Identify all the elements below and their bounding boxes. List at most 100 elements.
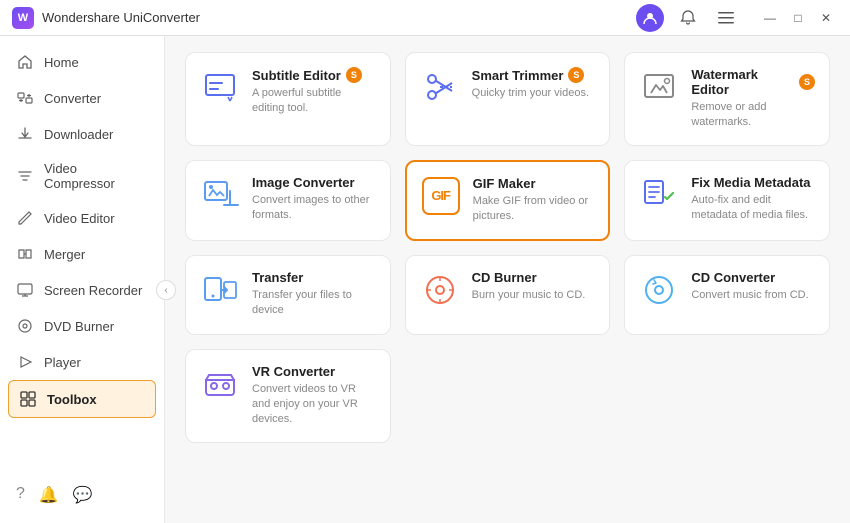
sidebar-label-dvd-burner: DVD Burner: [44, 319, 114, 334]
sidebar-item-merger[interactable]: Merger: [0, 236, 164, 272]
sidebar: Home Converter Downloader Video Compress…: [0, 36, 165, 523]
tool-icon-gif-maker: GIF: [421, 176, 461, 216]
tool-card-subtitle-editor[interactable]: Subtitle EditorSA powerful subtitle edit…: [185, 52, 391, 146]
dvd-icon: [16, 317, 34, 335]
sidebar-item-converter[interactable]: Converter: [0, 80, 164, 116]
tool-desc-watermark-editor: Remove or add watermarks.: [691, 100, 815, 131]
tool-desc-gif-maker: Make GIF from video or pictures.: [473, 194, 595, 225]
tool-text-cd-burner: CD Burner Burn your music to CD.: [472, 270, 586, 303]
sidebar-label-toolbox: Toolbox: [47, 392, 97, 407]
tool-title-vr-converter: VR Converter: [252, 364, 376, 379]
maximize-button[interactable]: □: [786, 6, 810, 30]
tool-card-vr-converter[interactable]: VR Converter Convert videos to VR and enj…: [185, 349, 391, 443]
tool-title-cd-burner: CD Burner: [472, 270, 586, 285]
tool-icon-cd-burner: [420, 270, 460, 310]
content-area: Subtitle EditorSA powerful subtitle edit…: [165, 36, 850, 523]
tool-text-watermark-editor: Watermark EditorSRemove or add watermark…: [691, 67, 815, 131]
sidebar-label-video-compressor: Video Compressor: [44, 161, 148, 191]
titlebar: W Wondershare UniConverter — □ ✕: [0, 0, 850, 36]
merger-icon: [16, 245, 34, 263]
tool-text-gif-maker: GIF Maker Make GIF from video or pictures…: [473, 176, 595, 225]
tool-text-fix-media-metadata: Fix Media Metadata Auto-fix and edit meta…: [691, 175, 815, 224]
sidebar-label-home: Home: [44, 55, 79, 70]
tool-icon-image-converter: [200, 175, 240, 215]
screen-icon: [16, 281, 34, 299]
tool-icon-cd-converter: [639, 270, 679, 310]
sidebar-label-converter: Converter: [44, 91, 101, 106]
toolbox-grid: Subtitle EditorSA powerful subtitle edit…: [185, 52, 830, 443]
tool-text-smart-trimmer: Smart TrimmerSQuicky trim your videos.: [472, 67, 589, 101]
sidebar-item-video-editor[interactable]: Video Editor: [0, 200, 164, 236]
player-icon: [16, 353, 34, 371]
toolbox-icon: [19, 390, 37, 408]
sidebar-item-player[interactable]: Player: [0, 344, 164, 380]
close-button[interactable]: ✕: [814, 6, 838, 30]
sidebar-collapse-button[interactable]: ‹: [156, 280, 176, 300]
app-logo: W: [12, 7, 34, 29]
bell-header-icon[interactable]: [674, 4, 702, 32]
tool-badge-subtitle-editor: S: [346, 67, 362, 83]
compress-icon: [16, 167, 34, 185]
tool-card-cd-burner[interactable]: CD Burner Burn your music to CD.: [405, 255, 611, 335]
tool-text-vr-converter: VR Converter Convert videos to VR and enj…: [252, 364, 376, 428]
sidebar-item-dvd-burner[interactable]: DVD Burner: [0, 308, 164, 344]
sidebar-item-video-compressor[interactable]: Video Compressor: [0, 152, 164, 200]
converter-icon: [16, 89, 34, 107]
tool-badge-watermark-editor: S: [799, 74, 815, 90]
tool-title-smart-trimmer: Smart TrimmerS: [472, 67, 589, 83]
sidebar-label-video-editor: Video Editor: [44, 211, 115, 226]
tool-desc-subtitle-editor: A powerful subtitle editing tool.: [252, 86, 376, 117]
tool-text-image-converter: Image Converter Convert images to other f…: [252, 175, 376, 224]
tool-card-transfer[interactable]: Transfer Transfer your files to device: [185, 255, 391, 335]
app-title: Wondershare UniConverter: [42, 10, 200, 25]
tool-icon-transfer: [200, 270, 240, 310]
tool-desc-cd-converter: Convert music from CD.: [691, 288, 808, 303]
tool-title-watermark-editor: Watermark EditorS: [691, 67, 815, 97]
sidebar-item-downloader[interactable]: Downloader: [0, 116, 164, 152]
tool-desc-fix-media-metadata: Auto-fix and edit metadata of media file…: [691, 193, 815, 224]
tool-icon-fix-media-metadata: [639, 175, 679, 215]
tool-icon-smart-trimmer: [420, 67, 460, 107]
tool-title-fix-media-metadata: Fix Media Metadata: [691, 175, 815, 190]
tool-card-cd-converter[interactable]: CD Converter Convert music from CD.: [624, 255, 830, 335]
sidebar-item-home[interactable]: Home: [0, 44, 164, 80]
tool-desc-cd-burner: Burn your music to CD.: [472, 288, 586, 303]
sidebar-item-toolbox[interactable]: Toolbox: [8, 380, 156, 418]
sidebar-label-player: Player: [44, 355, 81, 370]
tool-text-transfer: Transfer Transfer your files to device: [252, 270, 376, 319]
tool-icon-subtitle-editor: [200, 67, 240, 107]
tool-title-transfer: Transfer: [252, 270, 376, 285]
downloader-icon: [16, 125, 34, 143]
tool-card-fix-media-metadata[interactable]: Fix Media Metadata Auto-fix and edit meta…: [624, 160, 830, 241]
window-controls: — □ ✕: [758, 6, 838, 30]
titlebar-left: W Wondershare UniConverter: [12, 7, 200, 29]
tool-desc-image-converter: Convert images to other formats.: [252, 193, 376, 224]
tool-title-image-converter: Image Converter: [252, 175, 376, 190]
tool-badge-smart-trimmer: S: [568, 67, 584, 83]
tool-icon-watermark-editor: [639, 67, 679, 107]
sidebar-bottom: ? 🔔 💬: [0, 475, 164, 515]
sidebar-label-screen-recorder: Screen Recorder: [44, 283, 142, 298]
tool-card-watermark-editor[interactable]: Watermark EditorSRemove or add watermark…: [624, 52, 830, 146]
tool-icon-vr-converter: [200, 364, 240, 404]
sidebar-label-merger: Merger: [44, 247, 85, 262]
help-icon[interactable]: ?: [16, 485, 25, 505]
sidebar-label-downloader: Downloader: [44, 127, 113, 142]
sidebar-item-screen-recorder[interactable]: Screen Recorder ‹: [0, 272, 164, 308]
minimize-button[interactable]: —: [758, 6, 782, 30]
user-icon[interactable]: [636, 4, 664, 32]
tool-desc-transfer: Transfer your files to device: [252, 288, 376, 319]
menu-icon[interactable]: [712, 4, 740, 32]
notification-icon[interactable]: 🔔: [39, 485, 59, 505]
tool-title-gif-maker: GIF Maker: [473, 176, 595, 191]
feedback-icon[interactable]: 💬: [73, 485, 93, 505]
home-icon: [16, 53, 34, 71]
tool-text-subtitle-editor: Subtitle EditorSA powerful subtitle edit…: [252, 67, 376, 117]
tool-desc-vr-converter: Convert videos to VR and enjoy on your V…: [252, 382, 376, 428]
titlebar-right: — □ ✕: [636, 4, 838, 32]
edit-icon: [16, 209, 34, 227]
tool-card-gif-maker[interactable]: GIF GIF Maker Make GIF from video or pictu…: [405, 160, 611, 241]
tool-title-cd-converter: CD Converter: [691, 270, 808, 285]
tool-card-smart-trimmer[interactable]: Smart TrimmerSQuicky trim your videos.: [405, 52, 611, 146]
tool-card-image-converter[interactable]: Image Converter Convert images to other f…: [185, 160, 391, 241]
